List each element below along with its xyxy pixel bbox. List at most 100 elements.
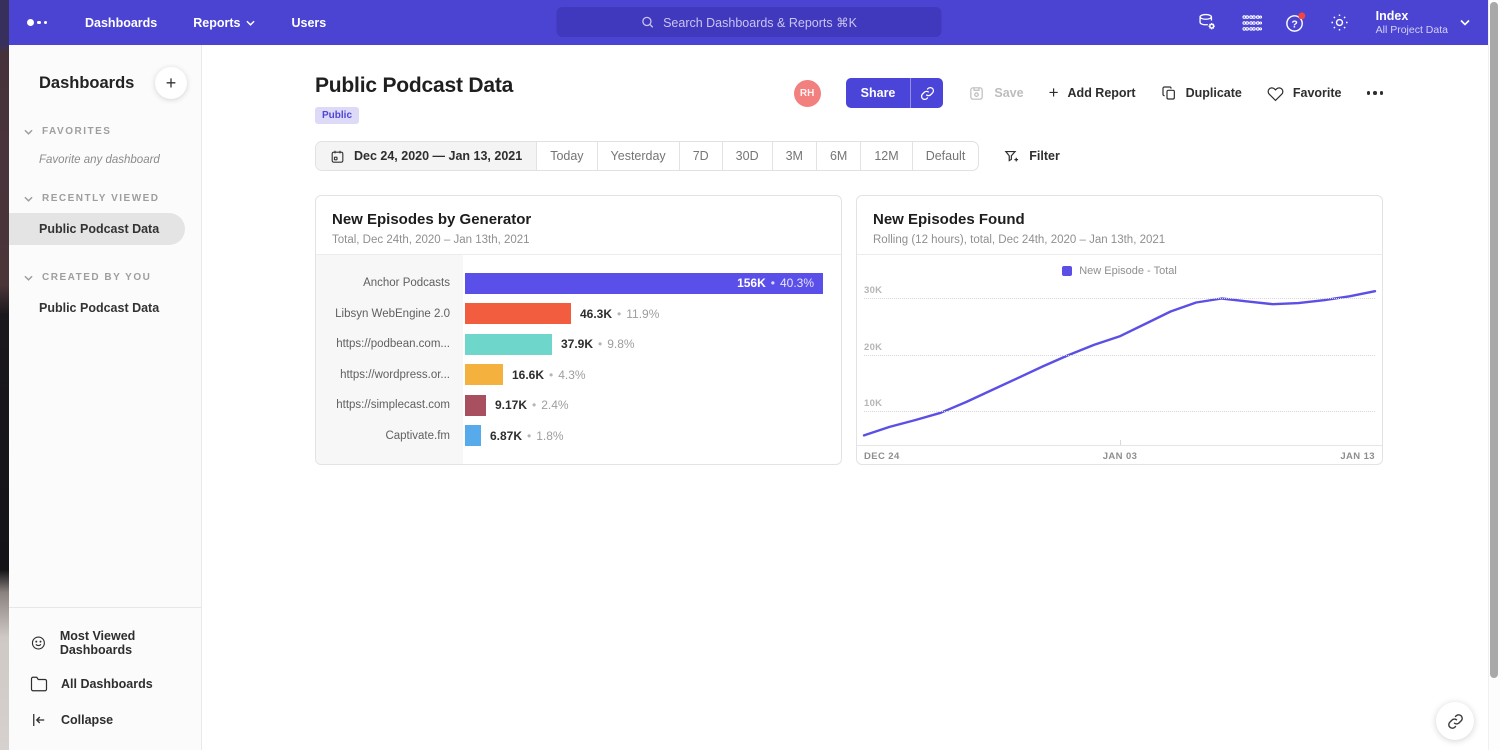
date-toolbar: Dec 24, 2020 — Jan 13, 2021 Today Yester… [315,141,1383,171]
chevron-down-icon [24,196,33,202]
nav-item-label: Users [291,16,326,30]
bar-row: Anchor Podcasts156K•40.3% [316,268,841,299]
all-dashboards-button[interactable]: All Dashboards [9,666,201,702]
section-header-favorites[interactable]: FAVORITES [9,126,201,137]
preset-today[interactable]: Today [537,142,597,170]
bar[interactable] [465,334,552,355]
favorite-label: Favorite [1293,86,1342,100]
line-plot: 30K20K10K [864,281,1375,445]
chart-subtitle: Rolling (12 hours), total, Dec 24th, 202… [873,234,1366,246]
new-dashboard-button[interactable]: + [155,67,187,99]
search-placeholder: Search Dashboards & Reports ⌘K [663,15,857,30]
nav-item-reports[interactable]: Reports [193,16,255,30]
bar-value-label: 16.6K•4.3% [512,368,586,382]
preset-12m[interactable]: 12M [861,142,912,170]
bar-chart-rows: Anchor Podcasts156K•40.3%Libsyn WebEngin… [316,255,841,451]
preset-7d[interactable]: 7D [680,142,723,170]
workspace-selector[interactable]: Index All Project Data [1376,9,1470,37]
app-logo[interactable] [27,19,47,26]
bar-chart-area[interactable]: Anchor Podcasts156K•40.3%Libsyn WebEngin… [316,255,841,464]
bar[interactable] [465,395,486,416]
footer-item-label: All Dashboards [61,677,153,691]
bar-category-label: Libsyn WebEngine 2.0 [316,308,463,320]
save-button[interactable]: Save [968,85,1023,102]
scrollbar-thumb[interactable] [1490,2,1498,678]
bar-category-label: https://simplecast.com [316,399,463,411]
preset-default[interactable]: Default [913,142,979,170]
nav-item-users[interactable]: Users [291,16,326,30]
chevron-down-icon [246,20,255,26]
collapse-sidebar-button[interactable]: Collapse [9,702,201,738]
bar-row: Libsyn WebEngine 2.0 46.3K•11.9% [316,299,841,330]
add-report-label: Add Report [1068,86,1136,100]
date-range-label: Dec 24, 2020 — Jan 13, 2021 [354,149,522,163]
add-report-button[interactable]: + Add Report [1049,86,1136,101]
preset-30d[interactable]: 30D [723,142,773,170]
sidebar-item-public-podcast-data[interactable]: Public Podcast Data [9,213,185,245]
x-tick-label: DEC 24 [864,451,900,462]
line-series [864,291,1375,435]
sidebar-item-public-podcast-data[interactable]: Public Podcast Data [9,292,201,324]
chevron-down-icon [1460,19,1470,26]
share-button[interactable]: Share [846,78,911,108]
section-header-created-by-you[interactable]: CREATED BY YOU [9,272,201,283]
footer-item-label: Most Viewed Dashboards [60,629,201,657]
x-axis-tick [1120,440,1121,445]
date-range-button[interactable]: Dec 24, 2020 — Jan 13, 2021 [316,142,537,170]
help-icon[interactable]: ? [1284,11,1307,34]
chart-title: New Episodes by Generator [332,211,825,228]
settings-icon[interactable] [1329,12,1350,33]
chart-title: New Episodes Found [873,211,1366,228]
favorite-button[interactable]: Favorite [1267,85,1342,102]
line-chart-area[interactable]: New Episode - Total 30K20K10K DEC 24 JAN… [857,255,1382,464]
search-input[interactable]: Search Dashboards & Reports ⌘K [556,7,941,37]
logo-dot [44,21,48,25]
data-sources-icon[interactable] [1197,12,1218,33]
link-icon [1447,713,1464,730]
avatar[interactable]: RH [794,80,821,107]
more-options-button[interactable] [1367,91,1384,95]
calendar-icon [330,149,345,164]
bar[interactable] [465,303,571,324]
most-viewed-dashboards-button[interactable]: Most Viewed Dashboards [9,620,201,666]
top-nav: Dashboards Reports Users Search Dashboar… [9,0,1488,45]
section-header-recently-viewed[interactable]: RECENTLY VIEWED [9,193,201,204]
notification-badge [1298,12,1305,19]
floating-link-button[interactable] [1436,702,1474,740]
save-icon [968,85,985,102]
filter-button[interactable]: Filter [1003,148,1060,165]
chevron-down-icon [24,275,33,281]
section-label: FAVORITES [42,126,111,137]
bar[interactable]: 156K•40.3% [465,273,823,294]
bar-value-label: 6.87K•1.8% [490,429,564,443]
nav-item-label: Reports [193,16,240,30]
save-label: Save [994,86,1023,100]
public-badge: Public [315,107,359,124]
nav-item-label: Dashboards [85,16,157,30]
x-axis [857,445,1382,446]
bar-row: https://simplecast.com9.17K•2.4% [316,390,841,421]
collapse-icon [30,711,48,729]
gridline: 10K [864,411,1375,412]
bar[interactable] [465,425,481,446]
duplicate-icon [1161,85,1177,101]
nav-right-cluster: ? Index All Project Data [1197,9,1470,37]
duplicate-button[interactable]: Duplicate [1161,85,1242,101]
line-chart-card: New Episodes Found Rolling (12 hours), t… [856,195,1383,465]
smiley-icon [30,634,47,652]
chart-legend: New Episode - Total [857,265,1382,277]
bar[interactable] [465,364,503,385]
link-icon [920,86,935,101]
preset-3m[interactable]: 3M [773,142,817,170]
share-link-button[interactable] [910,78,943,108]
bar-value-label: 156K•40.3% [737,276,823,290]
bar-chart-card: New Episodes by Generator Total, Dec 24t… [315,195,842,465]
sidebar-title: Dashboards [39,74,134,93]
workspace-name: Index [1376,9,1448,24]
page-title: Public Podcast Data [315,74,513,98]
preset-yesterday[interactable]: Yesterday [598,142,680,170]
apps-grid-icon[interactable] [1240,12,1262,34]
preset-6m[interactable]: 6M [817,142,861,170]
nav-item-dashboards[interactable]: Dashboards [85,16,157,30]
bar-value-label: 46.3K•11.9% [580,307,659,321]
